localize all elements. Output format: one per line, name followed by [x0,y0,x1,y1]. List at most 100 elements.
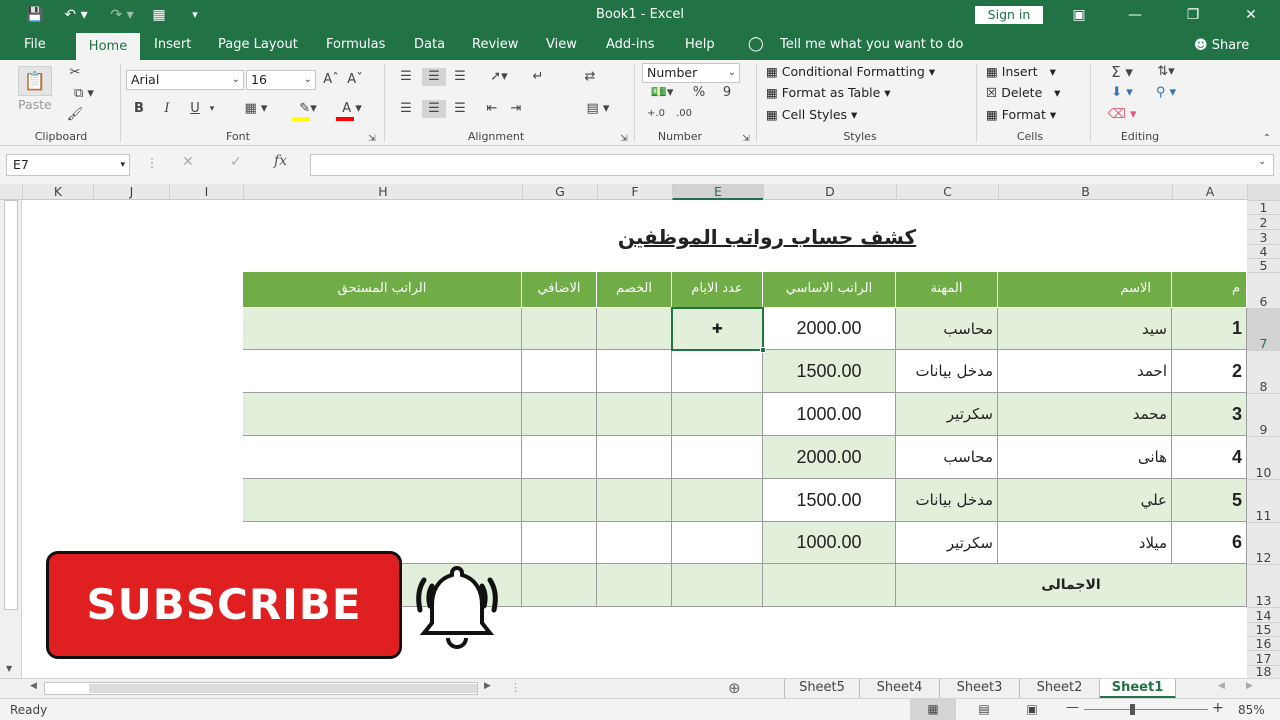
vertical-scroll-thumb[interactable] [4,200,18,610]
paste-button[interactable]: Paste [18,96,52,114]
column-header[interactable]: A [1172,184,1247,200]
row-header[interactable]: 4 [1247,244,1280,258]
page-break-view-icon[interactable]: ▣ [1012,699,1052,720]
cell-extra[interactable] [522,308,597,350]
rtl-icon[interactable]: ⇄ [580,68,600,86]
top-align-icon[interactable]: ☰ [396,68,416,86]
delete-cells-button[interactable]: ☒ Delete ▾ [986,84,1060,102]
cell-deduction[interactable] [597,436,672,479]
row-header-selected[interactable]: 7 [1247,308,1280,350]
align-center-icon[interactable]: ☰ [422,100,446,118]
underline-button[interactable]: U [186,100,204,118]
cell-deduction[interactable] [597,308,672,350]
cell-name[interactable]: محمد [998,393,1172,436]
zoom-slider[interactable] [1084,709,1208,710]
comma-style-button[interactable]: 9 [718,84,736,102]
bold-button[interactable]: B [130,100,148,118]
cell-index[interactable]: 3 [1172,393,1247,436]
save-icon[interactable]: 💾 [24,5,46,25]
format-as-table-button[interactable]: ▦ Format as Table ▾ [766,84,891,102]
bottom-align-icon[interactable]: ☰ [450,68,470,86]
font-size-combo[interactable]: 16 ⌄ [246,70,316,90]
tab-view[interactable]: View [536,30,587,60]
increase-indent-icon[interactable]: ⇥ [506,100,526,118]
cell-extra[interactable] [522,350,597,393]
row-header[interactable]: 12 [1247,522,1280,564]
confirm-entry-icon[interactable]: ✓ [230,154,242,170]
cell-job[interactable]: سكرتير [896,522,998,564]
cell-due-salary[interactable] [243,436,522,479]
cell-job[interactable]: محاسب [896,308,998,350]
sheet-tab[interactable]: Sheet3 [940,679,1020,699]
cell-days[interactable] [672,393,763,436]
cancel-entry-icon[interactable]: ✕ [182,154,194,170]
column-header[interactable]: F [597,184,672,200]
row-header[interactable]: 13 [1247,564,1280,607]
scroll-right-icon[interactable]: ▶ [484,681,491,691]
increase-font-icon[interactable]: Aˆ [322,71,340,89]
cell-index[interactable]: 1 [1172,308,1247,350]
total-days-cell[interactable] [672,564,763,607]
tab-help[interactable]: Help [675,30,725,60]
cell-index[interactable]: 4 [1172,436,1247,479]
cell-days[interactable] [672,350,763,393]
column-header[interactable]: I [169,184,243,200]
cell-index[interactable]: 6 [1172,522,1247,564]
ribbon-display-icon[interactable]: ▣ [1056,0,1102,30]
cell-job[interactable]: محاسب [896,436,998,479]
scroll-left-icon[interactable]: ◀ [30,681,37,691]
select-all-corner[interactable] [1247,184,1280,200]
cell-name[interactable]: ميلاد [998,522,1172,564]
cell-deduction[interactable] [597,479,672,522]
decrease-decimal-icon[interactable]: .00 [674,105,694,123]
total-label-cell[interactable]: الاجمالى [896,564,1247,607]
tab-review[interactable]: Review [462,30,528,60]
accounting-format-icon[interactable]: 💵▾ [644,84,680,102]
sheet-tab[interactable]: Sheet4 [860,679,940,699]
autosum-icon[interactable]: Σ ▾ [1102,63,1142,81]
column-header[interactable]: K [22,184,93,200]
zoom-in-icon[interactable]: + [1212,700,1224,716]
merge-center-icon[interactable]: ▤ ▾ [580,100,616,118]
percent-button[interactable]: % [690,84,708,102]
total-extra-cell[interactable] [522,564,597,607]
row-header[interactable]: 5 [1247,258,1280,272]
row-header[interactable]: 15 [1247,622,1280,636]
calculator-icon[interactable]: ▦ [148,5,170,25]
cell-basic-salary[interactable]: 1000.00 [763,393,896,436]
italic-button[interactable]: I [158,100,176,118]
cell-name[interactable]: علي [998,479,1172,522]
column-header[interactable]: H [243,184,522,200]
cell-basic-salary[interactable]: 1500.00 [763,479,896,522]
cell-due-salary[interactable] [243,393,522,436]
clear-icon[interactable]: ⌫ ▾ [1102,106,1142,124]
row-header[interactable]: 9 [1247,393,1280,436]
header-extra[interactable]: الاضافي [522,272,597,308]
cell-deduction[interactable] [597,522,672,564]
row-header[interactable]: 17 [1247,650,1280,665]
cut-icon[interactable]: ✂ [66,64,84,82]
undo-icon[interactable]: ↶ ▾ [58,5,94,25]
normal-view-icon[interactable]: ▦ [910,699,956,720]
zoom-slider-thumb[interactable] [1130,704,1135,715]
decrease-indent-icon[interactable]: ⇤ [482,100,502,118]
cell-index[interactable]: 5 [1172,479,1247,522]
page-layout-view-icon[interactable]: ▤ [964,699,1004,720]
wrap-text-icon[interactable]: ↵ [528,68,548,86]
cell-days[interactable] [672,479,763,522]
cell-extra[interactable] [522,436,597,479]
find-select-icon[interactable]: ⚲ ▾ [1146,84,1186,102]
formula-input[interactable] [310,154,1274,176]
scroll-down-icon[interactable]: ▼ [6,664,12,673]
cell-due-salary[interactable] [243,350,522,393]
cell-deduction[interactable] [597,393,672,436]
chevron-down-icon[interactable]: ▾ [206,100,218,118]
cell-job[interactable]: سكرتير [896,393,998,436]
sheet-tab-active[interactable]: Sheet1 [1100,679,1176,699]
number-format-combo[interactable]: Number ⌄ [642,63,740,83]
row-header[interactable]: 11 [1247,479,1280,522]
cell-basic-salary[interactable]: 2000.00 [763,436,896,479]
sheet-tab[interactable]: Sheet2 [1020,679,1100,699]
insert-function-button[interactable]: fx [274,153,287,169]
zoom-out-icon[interactable]: — [1066,700,1079,715]
